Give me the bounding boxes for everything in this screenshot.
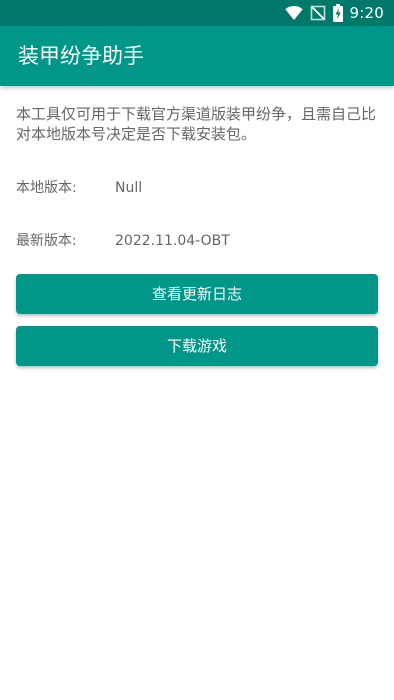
local-version-label: 本地版本: [16, 180, 77, 196]
wifi-icon [284, 6, 303, 20]
description-text: 本工具仅可用于下载官方渠道版装甲纷争，且需自己比对本地版本号决定是否下载安装包。 [16, 105, 377, 143]
status-time: 9:20 [349, 4, 384, 22]
local-version-value: Null [115, 180, 143, 196]
app-bar: 装甲纷争助手 [0, 26, 394, 86]
status-icons: 9:20 [284, 3, 384, 23]
local-version-row: 本地版本: Null [16, 177, 378, 199]
latest-version-value: 2022.11.04-OBT [115, 233, 230, 249]
battery-charging-icon [332, 4, 343, 22]
no-signal-icon [310, 5, 326, 21]
latest-version-label: 最新版本: [16, 233, 77, 249]
view-changelog-button[interactable]: 查看更新日志 [16, 274, 378, 314]
main-content: 本工具仅可用于下载官方渠道版装甲纷争，且需自己比对本地版本号决定是否下载安装包。… [0, 86, 394, 366]
latest-version-row: 最新版本: 2022.11.04-OBT [16, 230, 378, 252]
download-game-button[interactable]: 下载游戏 [16, 326, 378, 366]
app-screen: 9:20 装甲纷争助手 本工具仅可用于下载官方渠道版装甲纷争，且需自己比对本地版… [0, 0, 394, 700]
status-bar: 9:20 [0, 0, 394, 26]
app-title: 装甲纷争助手 [18, 44, 144, 68]
